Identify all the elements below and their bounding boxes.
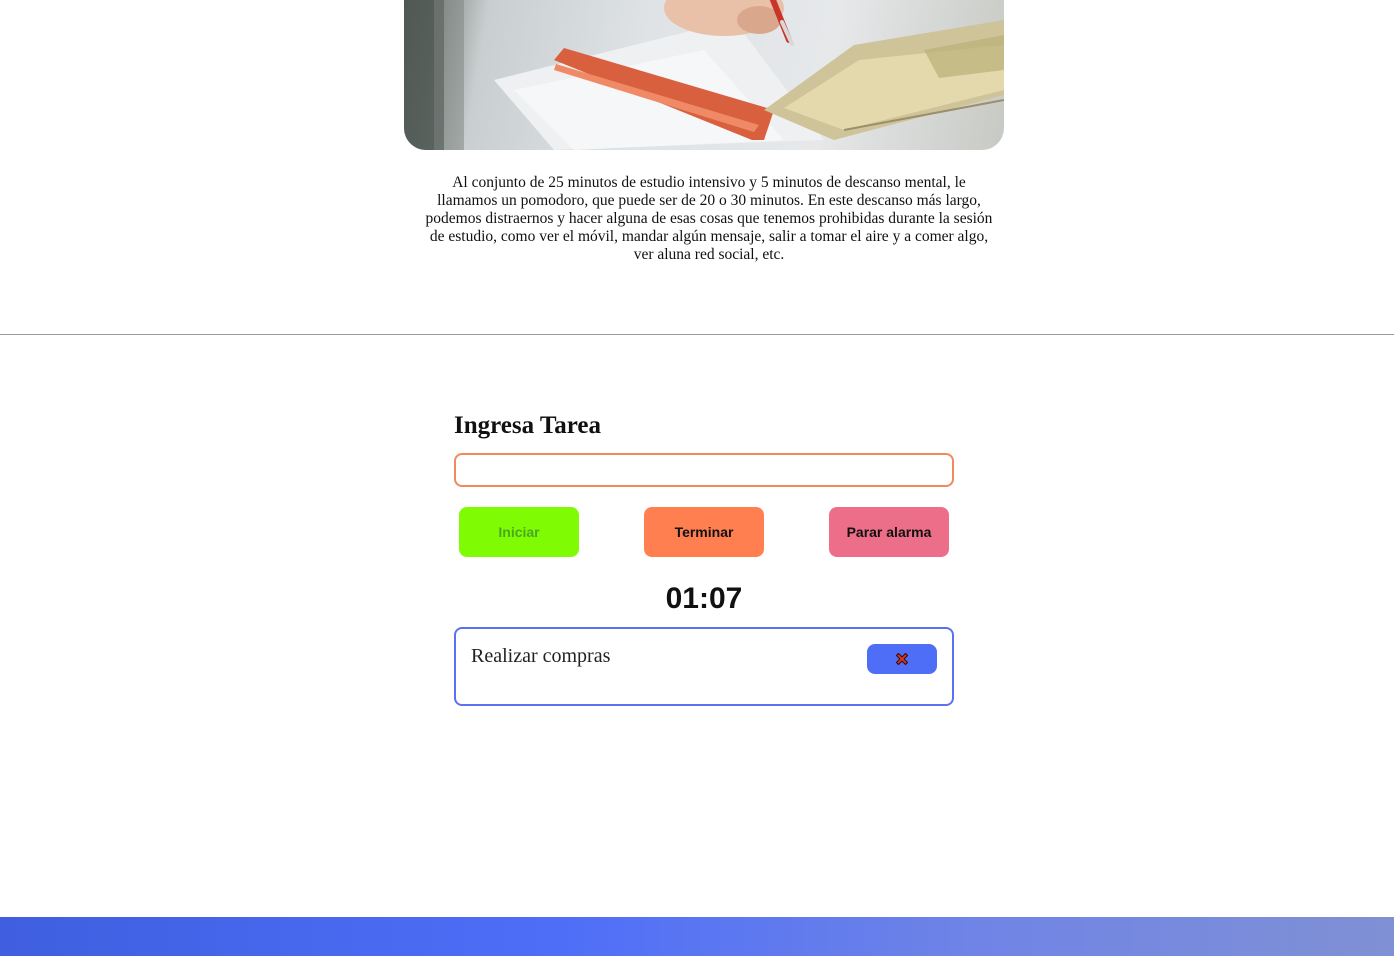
stop-alarm-button[interactable]: Parar alarma [829,507,949,557]
study-photo-illustration [404,0,1004,150]
study-hero-image [404,0,1004,150]
end-button[interactable]: Terminar [644,507,764,557]
task-input[interactable] [454,453,954,487]
start-button[interactable]: Iniciar [459,507,579,557]
task-list-item: Realizar compras [454,627,954,706]
pomodoro-description: Al conjunto de 25 minutos de estudio int… [425,174,993,263]
task-form-title: Ingresa Tarea [454,412,602,439]
timer-display: 01:07 [665,582,743,615]
page: Al conjunto de 25 minutos de estudio int… [0,0,1394,956]
delete-task-button[interactable] [867,644,937,674]
section-divider [0,334,1394,335]
footer-bar [0,917,1394,956]
cross-mark-icon [895,652,909,666]
task-label: Realizar compras [471,645,611,667]
